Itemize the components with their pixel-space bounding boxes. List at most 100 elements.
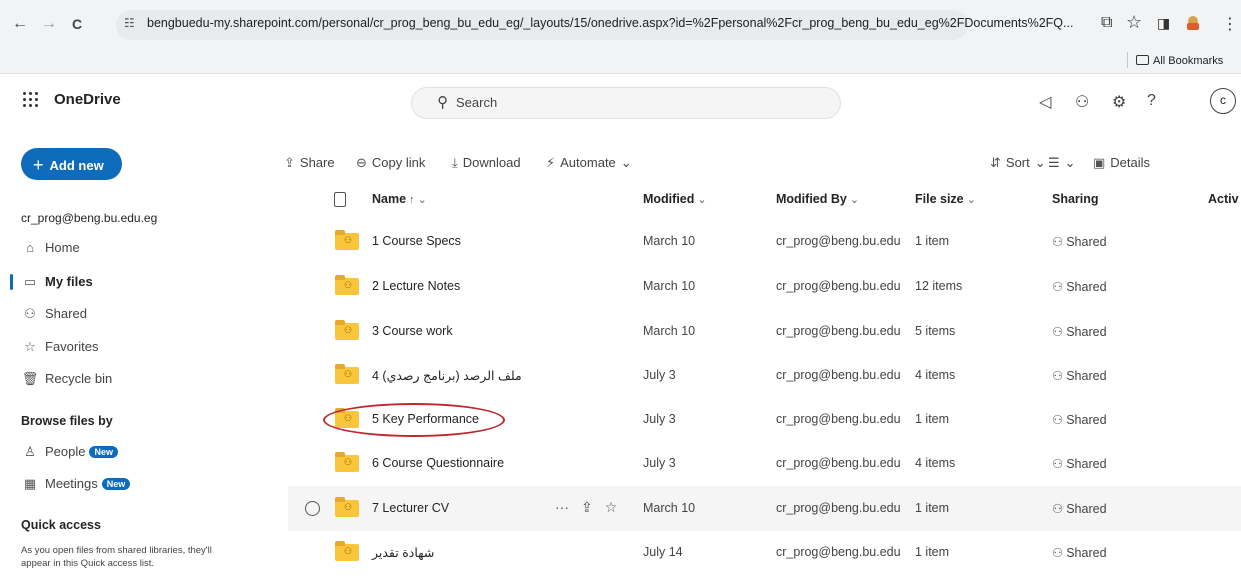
table-row[interactable]: ⚇ شهادة تقدير July 14 cr_prog@beng.bu.ed… (288, 530, 1241, 575)
file-name[interactable]: 2 Lecture Notes (372, 279, 460, 293)
sharing-status[interactable]: ⚇ Shared (1052, 279, 1107, 294)
site-info-icon[interactable]: ☷ (124, 16, 135, 30)
bookmarks-bar (0, 48, 1241, 74)
automate-icon: ⚡ (546, 155, 556, 170)
file-size: 1 item (915, 412, 950, 426)
highlight-annotation-oval (323, 403, 505, 437)
gear-icon[interactable]: ⚙ (1112, 92, 1126, 112)
sharing-status[interactable]: ⚇ Shared (1052, 234, 1107, 249)
file-name[interactable]: 6 Course Questionnaire (372, 456, 504, 470)
sharing-status[interactable]: ⚇ Shared (1052, 545, 1107, 560)
quick-access-note: As you open files from shared libraries,… (21, 545, 212, 569)
copy-link-label: Copy link (371, 155, 426, 170)
sharing-status[interactable]: ⚇ Shared (1052, 501, 1107, 516)
app-title[interactable]: OneDrive (54, 91, 121, 108)
sharing-status[interactable]: ⚇ Shared (1052, 368, 1107, 383)
sharing-status[interactable]: ⚇ Shared (1052, 412, 1107, 427)
app-launcher-icon[interactable] (23, 92, 39, 108)
sidebar-item-label: Meetings (45, 476, 98, 491)
column-file-size[interactable]: File size ⌄ (915, 192, 976, 206)
view-options-button[interactable]: ☰ ⌄ (1048, 155, 1076, 171)
browser-menu-icon[interactable]: ⋮ (1222, 14, 1238, 34)
side-panel-icon[interactable]: ◨ (1157, 15, 1170, 32)
file-modified-by: cr_prog@beng.bu.edu (776, 545, 901, 559)
account-email: cr_prog@beng.bu.edu.eg (21, 211, 158, 225)
column-modified[interactable]: Modified ⌄ (643, 192, 707, 206)
file-name[interactable]: 3 Course work (372, 324, 453, 338)
chevron-down-icon: ⌄ (1034, 155, 1046, 170)
table-row[interactable]: ⚇ 1 Course Specs March 10 cr_prog@beng.b… (288, 219, 1241, 264)
all-bookmarks-link[interactable]: All Bookmarks (1153, 55, 1223, 67)
copy-link-button[interactable]: ⊖ Copy link (356, 155, 425, 171)
download-button[interactable]: ⤓ Download (452, 155, 521, 171)
more-actions-icon[interactable]: ··· (555, 499, 569, 515)
file-name[interactable]: 1 Course Specs (372, 234, 461, 248)
file-type-icon[interactable] (334, 192, 346, 207)
table-row[interactable]: ⚇ 6 Course Questionnaire July 3 cr_prog@… (288, 441, 1241, 486)
url-text[interactable]: bengbuedu-my.sharepoint.com/personal/cr_… (147, 16, 1073, 30)
download-icon: ⤓ (452, 155, 458, 170)
column-activity[interactable]: Activ (1208, 192, 1239, 206)
file-modified: July 3 (643, 412, 676, 426)
bookmark-star-icon[interactable]: ☆ (1126, 12, 1142, 33)
back-icon[interactable]: ← (12, 16, 28, 32)
row-select-radio[interactable] (305, 501, 320, 516)
reload-icon[interactable]: C (72, 16, 82, 32)
column-sharing[interactable]: Sharing (1052, 192, 1099, 206)
sidebar-item-home[interactable]: ⌂ Home (21, 240, 80, 255)
star-icon: ☆ (24, 339, 36, 354)
share-button[interactable]: ⇪ Share (284, 155, 335, 171)
sidebar-item-recycle-bin[interactable]: 🗑 Recycle bin (21, 371, 112, 387)
sidebar-item-label: Shared (45, 306, 87, 321)
people-icon[interactable]: ⚇ (1075, 92, 1089, 112)
extension-icon[interactable] (1184, 14, 1202, 37)
table-row[interactable]: ⚇ 2 Lecture Notes March 10 cr_prog@beng.… (288, 264, 1241, 309)
chevron-down-icon: ⌄ (849, 194, 860, 206)
column-name[interactable]: Name ↑ ⌄ (372, 192, 427, 206)
table-row-hovered[interactable]: ⚇ 7 Lecturer CV ··· ⇪ ☆ March 10 cr_prog@b… (288, 486, 1241, 531)
forward-icon[interactable]: → (41, 16, 57, 32)
add-new-button[interactable]: + Add new (21, 148, 122, 180)
share-icon[interactable]: ⇪ (581, 499, 593, 515)
sharing-label: Shared (1066, 502, 1107, 516)
avatar[interactable]: c (1210, 88, 1236, 114)
details-pane-icon: ▣ (1093, 155, 1106, 170)
file-modified: July 14 (643, 545, 683, 559)
table-row[interactable]: ⚇ ملف الرصد (برنامج رصدي) 4 July 3 cr_pr… (288, 353, 1241, 398)
sidebar-item-my-files[interactable]: ▭ My files (21, 274, 93, 290)
sort-ascending-icon: ↑ ⌄ (409, 194, 427, 206)
megaphone-icon[interactable]: ◁ (1039, 92, 1051, 112)
sidebar-item-people[interactable]: ♙ People New (21, 444, 118, 460)
file-name[interactable]: شهادة تقدير (372, 545, 434, 560)
help-icon[interactable]: ? (1147, 92, 1156, 110)
file-modified-by: cr_prog@beng.bu.edu (776, 234, 901, 248)
trash-icon: 🗑 (21, 371, 39, 386)
sharing-status[interactable]: ⚇ Shared (1052, 456, 1107, 471)
automate-button[interactable]: ⚡ Automate ⌄ (546, 155, 632, 171)
download-label: Download (462, 155, 521, 170)
sort-button[interactable]: ⇵ Sort ⌄ (990, 155, 1046, 171)
file-modified: July 3 (643, 456, 676, 470)
row-actions: ··· ⇪ ☆ (555, 499, 629, 516)
column-modified-by[interactable]: Modified By ⌄ (776, 192, 859, 206)
shared-icon: ⚇ (1052, 413, 1064, 427)
file-name[interactable]: ملف الرصد (برنامج رصدي) 4 (372, 368, 522, 383)
folder-icon: ▭ (23, 274, 37, 289)
column-modified-by-label: Modified By (776, 192, 847, 206)
table-row[interactable]: ⚇ 3 Course work March 10 cr_prog@beng.bu… (288, 309, 1241, 354)
open-in-app-icon[interactable]: ⧉ (1101, 14, 1112, 32)
sharing-status[interactable]: ⚇ Shared (1052, 324, 1107, 339)
details-label: Details (1110, 155, 1151, 170)
sidebar-item-meetings[interactable]: ▦ Meetings New (21, 476, 131, 492)
sidebar-item-label: Home (45, 240, 80, 255)
sidebar-item-shared[interactable]: ⚇ Shared (21, 306, 87, 322)
file-name[interactable]: 7 Lecturer CV (372, 501, 449, 515)
sidebar-item-favorites[interactable]: ☆ Favorites (21, 339, 98, 355)
folder-icon: ⚇ (335, 320, 359, 340)
folder-icon: ⚇ (335, 275, 359, 295)
details-button[interactable]: ▣ Details (1093, 155, 1150, 171)
chevron-down-icon: ⌄ (620, 155, 632, 170)
automate-label: Automate (560, 155, 616, 170)
favorite-star-icon[interactable]: ☆ (605, 499, 618, 515)
chevron-down-icon: ⌄ (966, 194, 976, 206)
